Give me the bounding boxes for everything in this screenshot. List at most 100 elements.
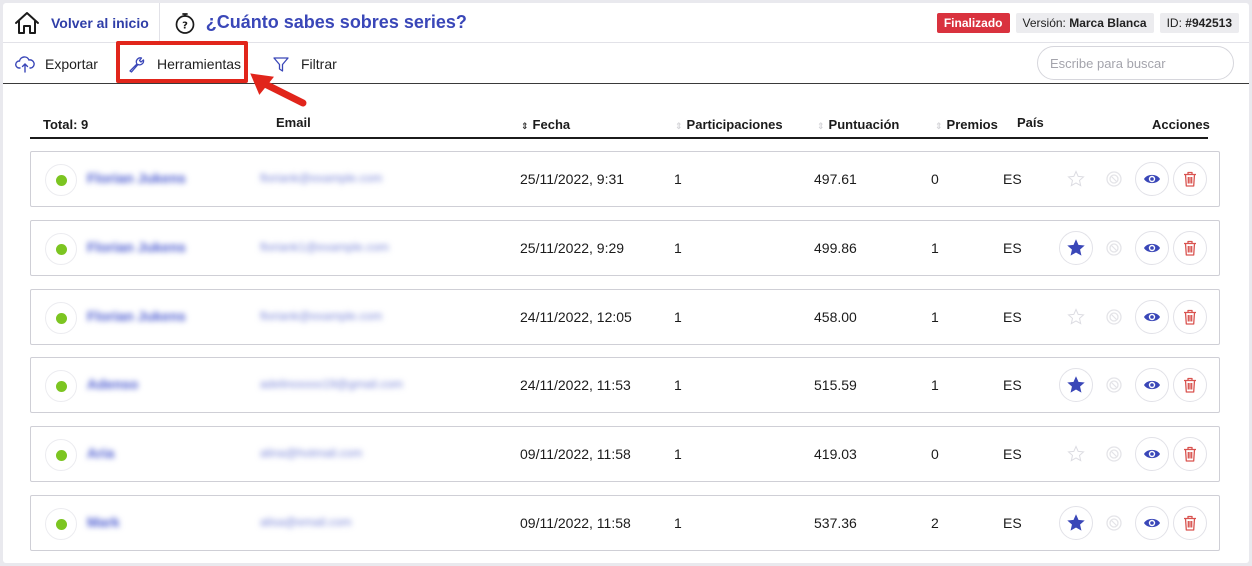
sort-icon: ⇕ — [935, 121, 943, 131]
svg-text:?: ? — [182, 20, 188, 31]
row-country: ES — [1003, 309, 1022, 325]
prize-button[interactable] — [1097, 162, 1131, 196]
status-indicator — [45, 164, 77, 196]
star-icon — [1067, 445, 1085, 462]
prize-button[interactable] — [1097, 437, 1131, 471]
row-actions — [1059, 300, 1207, 334]
delete-button[interactable] — [1173, 231, 1207, 265]
eye-icon — [1144, 243, 1160, 253]
sort-icon: ⇕ — [675, 121, 683, 131]
app-window: Volver al inicio ? ¿Cuánto sabes sobres … — [3, 3, 1249, 563]
row-country: ES — [1003, 446, 1022, 462]
prize-button[interactable] — [1097, 300, 1131, 334]
star-button[interactable] — [1059, 506, 1093, 540]
row-actions — [1059, 437, 1207, 471]
view-button[interactable] — [1135, 231, 1169, 265]
row-participations: 1 — [674, 515, 682, 531]
star-icon — [1067, 239, 1085, 256]
header-badges: Finalizado Versión: Marca Blanca ID: #94… — [936, 12, 1249, 33]
row-prizes: 0 — [931, 446, 939, 462]
prize-button[interactable] — [1097, 368, 1131, 402]
delete-button[interactable] — [1173, 437, 1207, 471]
status-indicator — [45, 370, 77, 402]
trash-icon — [1184, 171, 1196, 187]
table-row: Aria alina@hotmail.com 09/11/2022, 11:58… — [30, 426, 1220, 482]
eye-icon — [1144, 312, 1160, 322]
participant-name[interactable]: Florian Jukens — [87, 239, 186, 255]
toolbar: Exportar Herramientas Filtrar — [3, 43, 1249, 84]
row-participations: 1 — [674, 309, 682, 325]
header-score[interactable]: ⇕ Puntuación — [817, 117, 899, 132]
top-bar: Volver al inicio ? ¿Cuánto sabes sobres … — [3, 3, 1249, 43]
participant-name[interactable]: Florian Jukens — [87, 170, 186, 186]
trash-icon — [1184, 377, 1196, 393]
header-email[interactable]: Email — [276, 115, 311, 130]
row-prizes: 1 — [931, 377, 939, 393]
star-icon — [1067, 514, 1085, 531]
id-value: #942513 — [1185, 15, 1232, 30]
header-actions: Acciones — [1152, 117, 1210, 132]
eye-icon — [1144, 449, 1160, 459]
participant-name[interactable]: Mark — [87, 514, 120, 530]
star-button[interactable] — [1059, 437, 1093, 471]
view-button[interactable] — [1135, 437, 1169, 471]
back-home-label: Volver al inicio — [51, 14, 149, 31]
version-badge: Versión: Marca Blanca — [1015, 12, 1154, 33]
view-button[interactable] — [1135, 162, 1169, 196]
header-date[interactable]: ⇕ Fecha — [521, 117, 570, 132]
header-participations-label: Participaciones — [686, 117, 783, 132]
participant-name[interactable]: Adenso — [87, 376, 138, 392]
star-icon — [1067, 170, 1085, 187]
row-actions — [1059, 231, 1207, 265]
star-button[interactable] — [1059, 162, 1093, 196]
view-button[interactable] — [1135, 368, 1169, 402]
version-label: Versión: — [1022, 15, 1066, 30]
page-title: ¿Cuánto sabes sobres series? — [205, 12, 467, 32]
header-date-label: Fecha — [532, 117, 571, 132]
status-indicator — [45, 439, 77, 471]
row-date: 24/11/2022, 12:05 — [520, 309, 632, 325]
prize-button[interactable] — [1097, 506, 1131, 540]
export-label: Exportar — [45, 56, 98, 72]
star-button[interactable] — [1059, 300, 1093, 334]
view-button[interactable] — [1135, 506, 1169, 540]
wrench-icon — [129, 57, 145, 73]
sort-icon: ⇕ — [521, 121, 529, 131]
back-home-link[interactable]: Volver al inicio — [3, 3, 160, 43]
participant-email: floriank1@example.com — [260, 240, 389, 254]
row-score: 515.59 — [814, 377, 857, 393]
status-indicator — [45, 302, 77, 334]
view-button[interactable] — [1135, 300, 1169, 334]
participant-email: alisa@email.com — [260, 515, 352, 529]
participant-email: adelinoxxxx19@gmail.com — [260, 377, 403, 391]
header-participations[interactable]: ⇕ Participaciones — [675, 117, 783, 132]
participant-name[interactable]: Aria — [87, 445, 114, 461]
participant-email: floriank@example.com — [260, 171, 383, 185]
trash-icon — [1184, 446, 1196, 462]
medal-icon — [1106, 171, 1122, 187]
tools-button[interactable]: Herramientas — [127, 49, 241, 79]
participant-email: alina@hotmail.com — [260, 446, 363, 460]
search-input[interactable] — [1037, 46, 1234, 80]
trash-icon — [1184, 515, 1196, 531]
trash-icon — [1184, 240, 1196, 256]
row-score: 458.00 — [814, 309, 857, 325]
eye-icon — [1144, 174, 1160, 184]
prize-button[interactable] — [1097, 231, 1131, 265]
delete-button[interactable] — [1173, 162, 1207, 196]
delete-button[interactable] — [1173, 506, 1207, 540]
row-country: ES — [1003, 515, 1022, 531]
star-button[interactable] — [1059, 231, 1093, 265]
delete-button[interactable] — [1173, 300, 1207, 334]
status-indicator — [45, 508, 77, 540]
online-dot — [56, 313, 67, 324]
delete-button[interactable] — [1173, 368, 1207, 402]
row-date: 24/11/2022, 11:53 — [520, 377, 631, 393]
trash-icon — [1184, 309, 1196, 325]
star-icon — [1067, 308, 1085, 325]
star-button[interactable] — [1059, 368, 1093, 402]
online-dot — [56, 519, 67, 530]
participant-name[interactable]: Florian Jukens — [87, 308, 186, 324]
header-prizes[interactable]: ⇕ Premios — [935, 117, 998, 132]
export-button[interactable]: Exportar — [15, 49, 98, 79]
